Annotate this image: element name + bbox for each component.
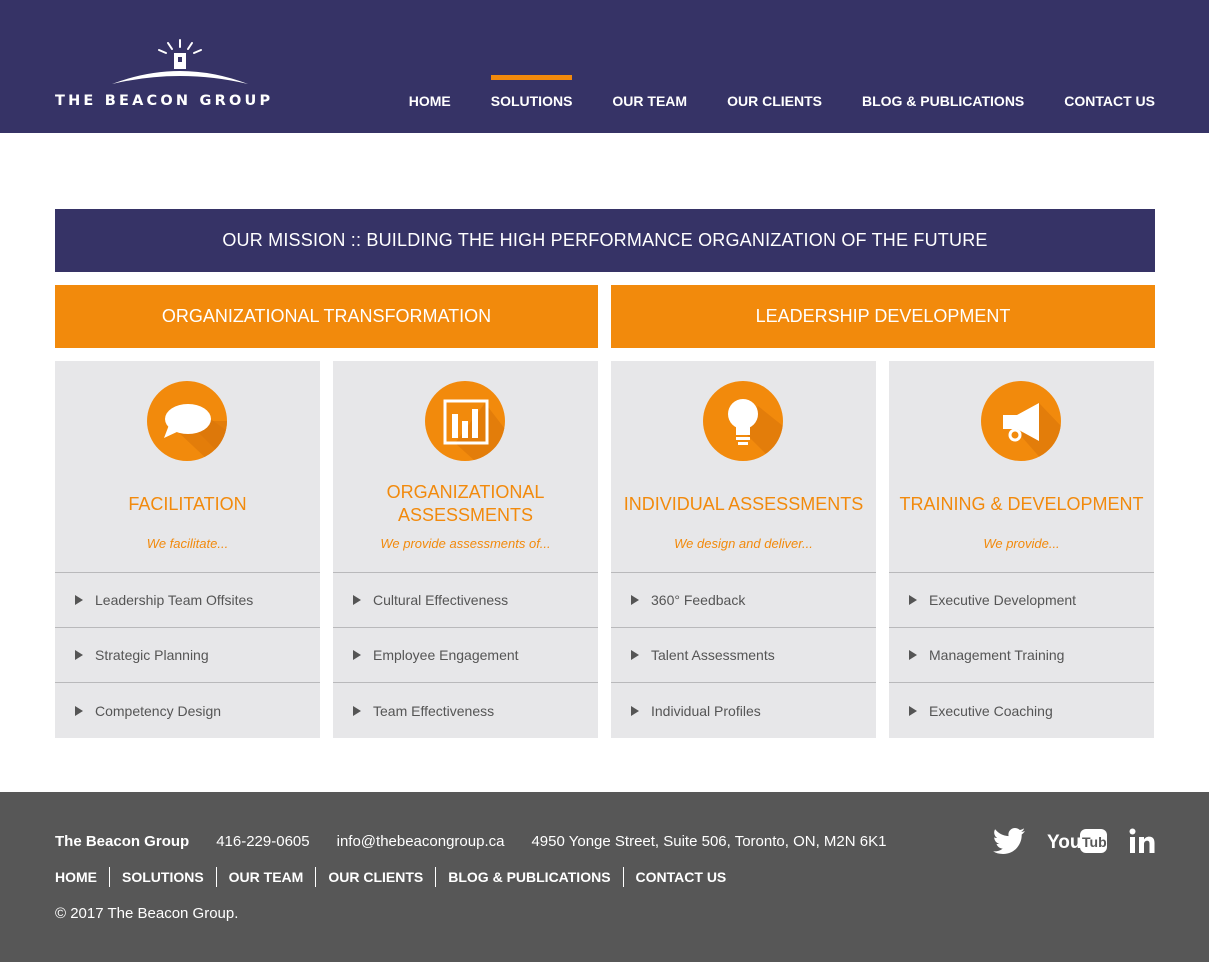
card-subtitle: We design and deliver... [674, 536, 813, 551]
list-item-label: Leadership Team Offsites [95, 592, 254, 608]
triangle-right-icon [75, 705, 83, 716]
list-item-label: Executive Development [929, 592, 1077, 608]
card-title: TRAINING & DEVELOPMENT [899, 493, 1144, 514]
list-item[interactable]: Executive Development [889, 573, 1154, 628]
linkedin-icon[interactable] [1129, 828, 1155, 854]
main-nav: HOME SOLUTIONS OUR TEAM OUR CLIENTS BLOG… [409, 75, 1155, 109]
logo-wordmark: THE BEACON GROUP [55, 93, 274, 109]
list-item-label: Individual Profiles [651, 702, 761, 719]
list-item[interactable]: Employee Engagement [333, 628, 598, 683]
list-item[interactable]: Management Training [889, 628, 1154, 683]
list-item-label: Team Effectiveness [373, 702, 495, 719]
triangle-right-icon [631, 650, 639, 660]
card-title: FACILITATION [128, 493, 247, 514]
service-card-facilitation: FACILITATION We facilitate... Leadership… [55, 361, 320, 738]
card-subtitle: We facilitate... [146, 536, 229, 551]
footer-contact-info: The Beacon Group 416-229-0605 info@thebe… [55, 833, 913, 850]
lighthouse-logo-icon [112, 39, 248, 84]
triangle-right-icon [75, 595, 83, 605]
service-card-individual-assessments: INDIVIDUAL ASSESSMENTS We design and del… [611, 361, 876, 738]
triangle-right-icon [353, 595, 361, 605]
site-header: THE BEACON GROUP HOME SOLUTIONS OUR TEAM… [0, 0, 1209, 133]
triangle-right-icon [75, 650, 83, 660]
site-footer: The Beacon Group 416-229-0605 info@thebe… [0, 792, 1209, 962]
triangle-right-icon [909, 595, 917, 605]
pillar-organizational-transformation: ORGANIZATIONAL TRANSFORMATION [55, 285, 598, 348]
footer-nav: HOME SOLUTIONS OUR TEAM OUR CLIENTS BLOG… [55, 867, 738, 887]
nav-our-clients[interactable]: OUR CLIENTS [727, 75, 822, 109]
nav-our-team[interactable]: OUR TEAM [612, 75, 687, 109]
list-item-label: Strategic Planning [95, 647, 209, 663]
nav-solutions[interactable]: SOLUTIONS [490, 75, 572, 109]
speech-bubble-icon [147, 381, 227, 461]
card-subtitle: We provide assessments of... [380, 536, 551, 551]
pillar-leadership-development: LEADERSHIP DEVELOPMENT [611, 285, 1155, 348]
list-item-label: Cultural Effectiveness [373, 592, 509, 608]
nav-home[interactable]: HOME [409, 75, 451, 109]
social-links: You Tube [993, 828, 1155, 854]
triangle-right-icon [353, 650, 361, 660]
footer-phone[interactable]: 416-229-0605 [216, 833, 309, 850]
footer-address: 4950 Yonge Street, Suite 506, Toronto, O… [531, 833, 887, 850]
bar-chart-icon [425, 381, 505, 461]
list-item-label: Talent Assessments [651, 647, 775, 663]
svg-text:You: You [1047, 832, 1081, 853]
beacon-group-logo[interactable]: THE BEACON GROUP [55, 38, 305, 110]
youtube-icon[interactable]: You Tube [1047, 828, 1107, 854]
list-item[interactable]: 360° Feedback [611, 573, 876, 628]
footer-company-name: The Beacon Group [55, 833, 190, 850]
footer-nav-contact-us[interactable]: CONTACT US [622, 867, 739, 887]
nav-blog-publications[interactable]: BLOG & PUBLICATIONS [862, 75, 1024, 109]
card-title: ORGANIZATIONAL ASSESSMENTS [386, 482, 545, 525]
list-item[interactable]: Leadership Team Offsites [55, 573, 320, 628]
lightbulb-icon [703, 381, 783, 461]
footer-nav-our-team[interactable]: OUR TEAM [215, 867, 316, 887]
triangle-right-icon [909, 650, 917, 660]
footer-email[interactable]: info@thebeacongroup.ca [337, 833, 505, 850]
list-item[interactable]: Competency Design [55, 683, 320, 738]
footer-nav-our-clients[interactable]: OUR CLIENTS [315, 867, 435, 887]
list-item-label: Competency Design [95, 702, 222, 719]
copyright: © 2017 The Beacon Group. [55, 905, 239, 922]
list-item-label: Executive Coaching [929, 702, 1053, 719]
list-item[interactable]: Executive Coaching [889, 683, 1154, 738]
list-item[interactable]: Strategic Planning [55, 628, 320, 683]
list-item[interactable]: Team Effectiveness [333, 683, 598, 738]
svg-text:Tube: Tube [1082, 834, 1107, 850]
megaphone-icon [981, 381, 1061, 461]
list-item-label: Management Training [929, 647, 1065, 663]
service-card-training-development: TRAINING & DEVELOPMENT We provide... Exe… [889, 361, 1154, 738]
footer-nav-blog-publications[interactable]: BLOG & PUBLICATIONS [435, 867, 622, 887]
triangle-right-icon [631, 595, 639, 605]
list-item-label: 360° Feedback [651, 592, 746, 608]
list-item[interactable]: Individual Profiles [611, 683, 876, 738]
card-subtitle: We provide... [983, 536, 1060, 551]
list-item-label: Employee Engagement [373, 647, 519, 663]
footer-nav-solutions[interactable]: SOLUTIONS [109, 867, 216, 887]
mission-banner: OUR MISSION :: BUILDING THE HIGH PERFORM… [55, 209, 1155, 272]
list-item[interactable]: Talent Assessments [611, 628, 876, 683]
triangle-right-icon [631, 705, 639, 716]
twitter-icon[interactable] [993, 828, 1025, 854]
triangle-right-icon [353, 705, 361, 716]
service-card-organizational-assessments: ORGANIZATIONAL ASSESSMENTS We provide as… [333, 361, 598, 738]
list-item[interactable]: Cultural Effectiveness [333, 573, 598, 628]
footer-nav-home[interactable]: HOME [55, 867, 109, 887]
triangle-right-icon [909, 705, 917, 716]
card-title: INDIVIDUAL ASSESSMENTS [623, 493, 864, 514]
nav-contact-us[interactable]: CONTACT US [1064, 75, 1155, 109]
